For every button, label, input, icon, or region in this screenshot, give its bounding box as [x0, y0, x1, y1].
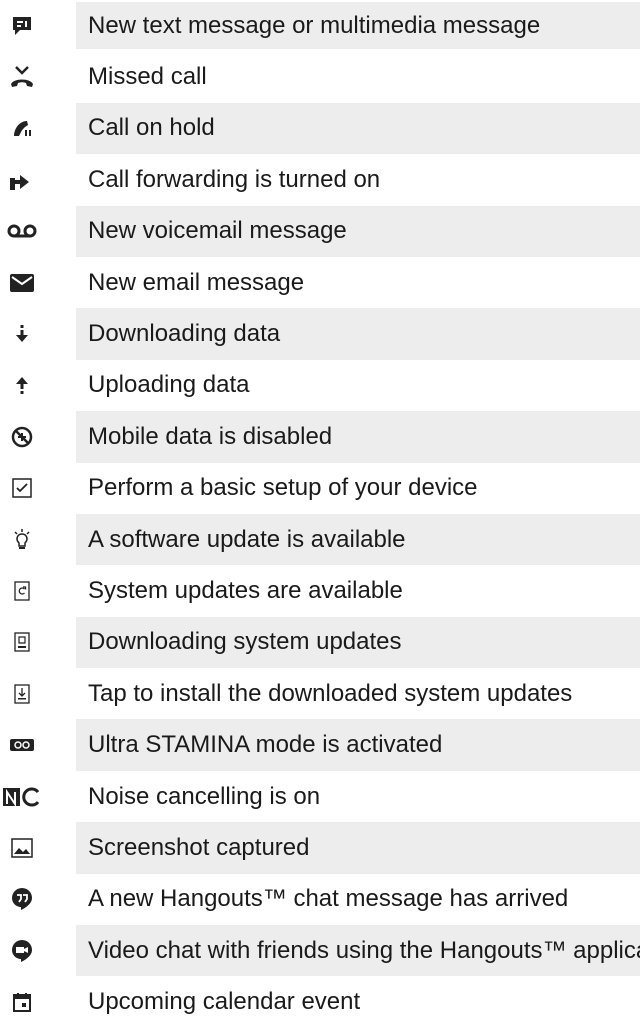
row-label: Screenshot captured [76, 822, 640, 874]
row-label: New text message or multimedia message [76, 2, 640, 49]
table-row: System updates are available [0, 565, 640, 616]
downloading-system-update-icon [0, 620, 44, 664]
row-label: Video chat with friends using the Hangou… [76, 925, 640, 977]
table-row: Tap to install the downloaded system upd… [0, 668, 640, 719]
missed-call-icon [0, 55, 44, 99]
hangouts-video-icon [0, 929, 44, 973]
row-label: A new Hangouts™ chat message has arrived [88, 885, 569, 913]
software-update-icon [0, 518, 44, 562]
row-label: Missed call [88, 63, 207, 91]
row-label: Ultra STAMINA mode is activated [76, 719, 640, 771]
row-label: Call on hold [76, 102, 640, 155]
table-row: New email message [0, 257, 640, 308]
setup-checkbox-icon [0, 466, 44, 510]
row-label: Uploading data [88, 371, 250, 399]
table-row: A software update is available [0, 513, 640, 566]
table-row: A new Hangouts™ chat message has arrived [0, 874, 640, 925]
row-label: New voicemail message [76, 205, 640, 257]
table-row: Screenshot captured [0, 822, 640, 874]
install-system-update-icon [0, 672, 44, 716]
sms-message-icon [0, 4, 44, 48]
calendar-event-icon [0, 980, 44, 1024]
row-label: New email message [88, 268, 305, 296]
email-icon [0, 261, 44, 305]
table-row: Missed call [0, 51, 640, 102]
table-row: Noise cancelling is on [0, 771, 640, 822]
ultra-stamina-icon [0, 723, 44, 767]
upload-icon [0, 363, 44, 407]
table-row: Call forwarding is turned on [0, 154, 640, 205]
table-row: New voicemail message [0, 205, 640, 257]
noise-cancelling-icon [0, 775, 44, 819]
call-forwarding-icon [0, 158, 44, 202]
row-label: Upcoming calendar event [88, 988, 361, 1016]
row-label: Call forwarding is turned on [88, 165, 381, 193]
table-row: Downloading data [0, 308, 640, 360]
row-label: Downloading data [76, 308, 640, 360]
screenshot-icon [0, 826, 44, 870]
table-row: New text message or multimedia message [0, 0, 640, 51]
row-label: Tap to install the downloaded system upd… [88, 679, 573, 707]
table-row: Downloading system updates [0, 616, 640, 669]
download-icon [0, 312, 44, 356]
notification-icons-table: New text message or multimedia message M… [0, 0, 640, 1028]
table-row: Call on hold [0, 102, 640, 155]
table-row: Perform a basic setup of your device [0, 463, 640, 514]
row-label: Perform a basic setup of your device [88, 474, 478, 502]
hangouts-message-icon [0, 877, 44, 921]
row-label: Downloading system updates [76, 616, 640, 669]
row-label: A software update is available [76, 513, 640, 566]
row-label: Mobile data is disabled [76, 411, 640, 463]
row-label: System updates are available [88, 576, 403, 604]
voicemail-icon [0, 209, 44, 253]
call-on-hold-icon [0, 106, 44, 150]
table-row: Ultra STAMINA mode is activated [0, 719, 640, 771]
mobile-data-disabled-icon [0, 415, 44, 459]
table-row: Video chat with friends using the Hangou… [0, 925, 640, 977]
system-update-icon [0, 569, 44, 613]
table-row: Mobile data is disabled [0, 411, 640, 463]
table-row: Upcoming calendar event [0, 976, 640, 1027]
row-label: Noise cancelling is on [88, 782, 321, 810]
table-row: Uploading data [0, 360, 640, 411]
